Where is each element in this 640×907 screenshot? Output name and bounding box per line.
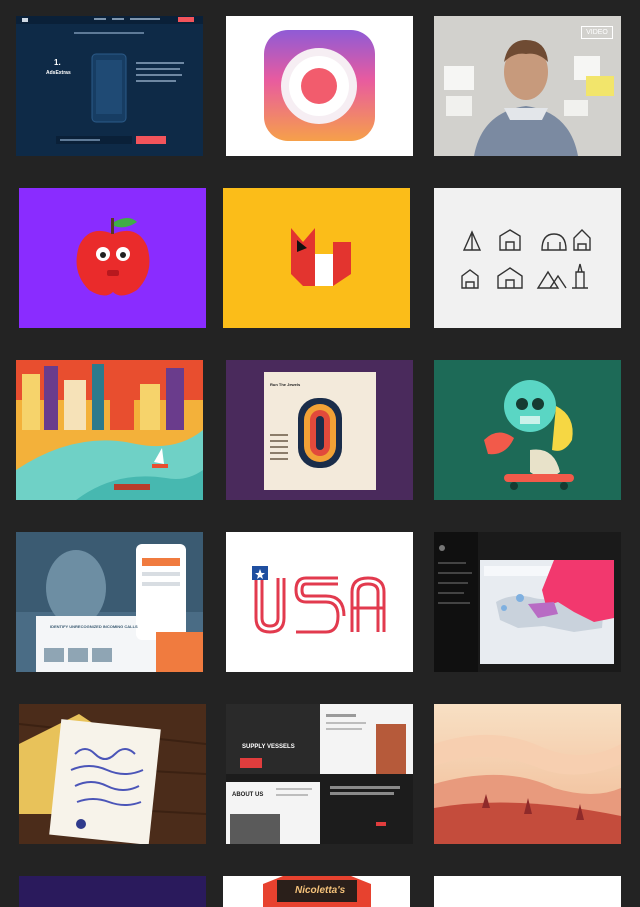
usa-lettering-thumbnail	[226, 532, 413, 672]
blank-shot-thumbnail	[434, 876, 621, 907]
camera-icon-thumbnail	[226, 16, 413, 156]
shot-building-icons[interactable]	[434, 188, 621, 328]
city-illustration-thumbnail	[16, 360, 203, 500]
shot-supply-vessels-site[interactable]: SUPPLY VESSELS ABOUT US	[226, 704, 413, 844]
shot-fox-logo[interactable]	[223, 188, 410, 328]
shot-purple[interactable]	[19, 876, 206, 907]
app-marketing-thumbnail	[16, 532, 203, 672]
album-title: Run The Jewels	[270, 382, 301, 387]
shot-man-at-wall-photo[interactable]: VIDEO	[434, 16, 621, 156]
shot-nicoletta-badge[interactable]: Nicoletta's	[223, 876, 410, 907]
building-icons-thumbnail	[434, 188, 621, 328]
apple-character-thumbnail	[19, 188, 206, 328]
typography-card-thumbnail	[19, 704, 206, 844]
shot-skull-skater[interactable]	[434, 360, 621, 500]
album-cover-thumbnail	[226, 360, 413, 500]
nicoletta-brand: Nicoletta's	[295, 885, 346, 896]
shots-grid: 1. AdsExtras VIDEO Run The Jewels IDENTI…	[0, 0, 640, 907]
shot-usa-lettering[interactable]	[226, 532, 413, 672]
purple-shot-thumbnail	[19, 876, 206, 907]
landing-brand: AdsExtras	[46, 70, 71, 76]
fox-logo-thumbnail	[223, 188, 410, 328]
shot-blank[interactable]	[434, 876, 621, 907]
supply-vessels-heading: SUPPLY VESSELS	[242, 744, 295, 750]
shot-city-illustration[interactable]	[16, 360, 203, 500]
supply-vessels-thumbnail	[226, 704, 413, 844]
landing-number: 1.	[54, 58, 61, 67]
app-marketing-headline: IDENTIFY UNRECOGNIZED INCOMING CALLS	[50, 624, 138, 629]
shot-camera-app-icon[interactable]	[226, 16, 413, 156]
shot-typography-card[interactable]	[19, 704, 206, 844]
shot-dashboard-map[interactable]	[434, 532, 621, 672]
shot-album-cover[interactable]: Run The Jewels	[226, 360, 413, 500]
shot-apple-character[interactable]	[19, 188, 206, 328]
skull-skater-thumbnail	[434, 360, 621, 500]
shot-landing-page[interactable]: 1. AdsExtras	[16, 16, 203, 156]
desert-landscape-thumbnail	[434, 704, 621, 844]
shot-desert-landscape[interactable]	[434, 704, 621, 844]
shot-app-marketing-page[interactable]: IDENTIFY UNRECOGNIZED INCOMING CALLS	[16, 532, 203, 672]
video-badge: VIDEO	[581, 26, 613, 39]
landing-page-thumbnail	[16, 16, 203, 156]
about-us-heading: ABOUT US	[232, 792, 264, 798]
dashboard-map-thumbnail	[434, 532, 621, 672]
